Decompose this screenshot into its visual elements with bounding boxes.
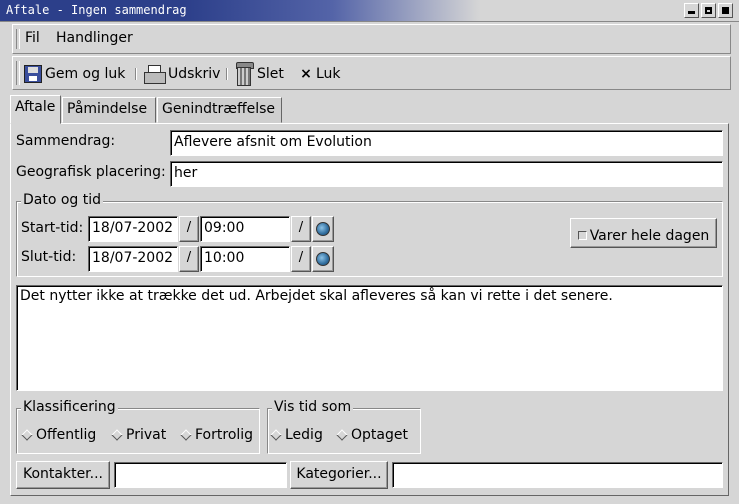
location-input[interactable]: her [170,161,723,187]
classification-title: Klassificering [21,399,118,415]
toolbar: Gem og luk Udskriv Slet × Luk [12,56,731,90]
window-title: Aftale - Ingen sammendrag [6,3,187,17]
tab-recurrence[interactable]: Genindtræffelse [157,97,282,123]
start-date-input[interactable]: 18/07-2002 [88,216,178,242]
start-time-label: Start-tid: [21,220,84,236]
delete-button[interactable]: Slet [234,62,284,86]
radio-diamond-icon [270,429,282,441]
end-time-label: Slut-tid: [21,249,77,265]
radio-busy-label: Optaget [351,427,408,443]
radio-free-label: Ledig [285,427,323,443]
start-time-input[interactable]: 09:00 [200,216,290,242]
checkbox-icon [577,231,587,240]
close-icon: × [300,66,312,82]
radio-public[interactable]: Offentlig [21,427,96,443]
end-time-picker-button[interactable]: / [291,246,311,272]
print-label: Udskriv [168,66,221,82]
menu-bar: Fil Handlinger [12,24,731,54]
categories-button[interactable]: Kategorier... [290,461,388,489]
radio-private-label: Privat [126,427,167,443]
tab-reminder[interactable]: Påmindelse [62,97,156,123]
radio-diamond-icon [336,429,348,441]
all-day-toggle[interactable]: Varer hele dagen [570,218,717,248]
minimize-button[interactable] [684,3,699,18]
start-timezone-button[interactable] [312,216,334,242]
title-bar[interactable]: Aftale - Ingen sammendrag [0,0,739,22]
start-time-picker-button[interactable]: / [291,216,311,242]
printer-icon [143,65,166,84]
location-label: Geografisk placering: [16,164,166,180]
classification-frame: Klassificering Offentlig Privat Fortroli… [16,399,260,454]
start-date-picker-button[interactable]: / [179,216,199,242]
description-textarea[interactable]: Det nytter ikke at trække det ud. Arbejd… [16,285,723,391]
end-timezone-button[interactable] [312,246,334,272]
show-time-as-frame: Vis tid som Ledig Optaget [267,399,421,454]
trash-icon [234,62,254,86]
radio-private[interactable]: Privat [111,427,166,443]
menubar-grip[interactable] [16,29,20,49]
radio-confidential[interactable]: Fortrolig [180,427,253,443]
appointment-panel: Sammendrag: Aflevere afsnit om Evolution… [10,123,729,496]
close-window-button[interactable] [718,3,733,18]
end-time-input[interactable]: 10:00 [200,246,290,272]
save-close-button[interactable]: Gem og luk [24,62,125,86]
radio-busy[interactable]: Optaget [336,427,408,443]
print-button[interactable]: Udskriv [143,62,220,86]
tab-appointment[interactable]: Aftale [10,95,61,124]
menu-actions[interactable]: Handlinger [56,30,133,46]
radio-diamond-icon [21,429,33,441]
delete-label: Slet [257,66,284,82]
globe-icon [316,222,330,236]
summary-input[interactable]: Aflevere afsnit om Evolution [170,130,723,156]
radio-diamond-icon [111,429,123,441]
contacts-input[interactable] [114,462,287,488]
toolbar-separator [226,68,228,80]
end-date-picker-button[interactable]: / [179,246,199,272]
radio-public-label: Offentlig [36,427,97,443]
floppy-disk-icon [24,65,42,83]
radio-diamond-icon [180,429,192,441]
show-time-as-title: Vis tid som [272,399,354,415]
date-time-title: Dato og tid [21,192,104,208]
toolbar-separator [135,68,137,80]
menu-file[interactable]: Fil [25,30,40,46]
end-date-input[interactable]: 18/07-2002 [88,246,178,272]
all-day-label: Varer hele dagen [589,227,710,244]
date-time-frame: Dato og tid Start-tid: 18/07-2002 / 09:0… [16,192,723,277]
summary-label: Sammendrag: [16,133,116,149]
categories-input[interactable] [392,462,723,488]
contacts-button[interactable]: Kontakter... [16,461,110,489]
toolbar-grip[interactable] [16,61,20,85]
close-button[interactable]: × Luk [299,62,341,86]
globe-icon [316,252,330,266]
maximize-button[interactable] [701,3,716,18]
radio-free[interactable]: Ledig [270,427,323,443]
save-close-label: Gem og luk [45,66,126,82]
radio-confidential-label: Fortrolig [195,427,254,443]
close-label: Luk [316,66,341,82]
